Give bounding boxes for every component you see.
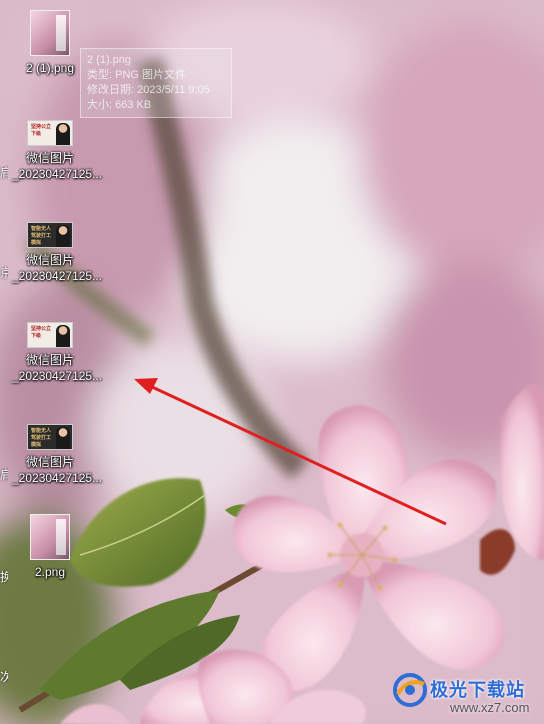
watermark-url: www.xz7.com [450,700,530,715]
thumbnail-text: 坚持公立下级 [31,124,52,137]
thumbnail-text: 坚持公立下级 [31,326,52,339]
site-watermark: 极光下载站 www.xz7.com [392,666,542,722]
file-name: 微信图片_20230427125... [12,353,103,383]
desktop-icon-file[interactable]: 2 (1).png [12,10,88,76]
thumbnail-person [56,123,70,145]
watermark-title: 极光下载站 [430,680,525,701]
offscreen-icon-label: 京 [0,266,8,280]
thumbnail-person [56,427,70,449]
image-file-icon: 坚持公立下级 [27,120,73,146]
file-info-tooltip: 2 (1).png 类型: PNG 图片文件 修改日期: 2023/5/11 9… [80,48,232,118]
tooltip-file-name: 2 (1).png [87,54,132,66]
thumbnail-person [56,325,70,347]
offscreen-icon-label: 肩 [0,166,8,180]
file-name: 微信图片_20230427125... [12,455,103,485]
desktop-icon-file[interactable]: 坚持公立下级 微信图片_20230427125... [12,120,103,182]
watermark-logo-icon [393,673,427,707]
thumbnail-text: 智能无人驾驶打工模拟 [31,428,52,448]
thumbnail-person [56,225,70,247]
file-name: 2.png [34,565,66,579]
image-file-icon: 智能无人驾驶打工模拟 [27,424,73,450]
desktop-icon-file[interactable]: 坚持公立下级 微信图片_20230427125... [12,322,103,384]
offscreen-icon-label: 肩 [0,468,8,482]
file-name: 微信图片_20230427125... [12,253,103,283]
image-file-icon: 坚持公立下级 [27,322,73,348]
thumbnail-text: 智能无人驾驶打工模拟 [31,226,52,246]
tooltip-file-type: 类型: PNG 图片文件 [87,69,187,81]
desktop-icon-file[interactable]: 智能无人驾驶打工模拟 微信图片_20230427125... [12,424,103,486]
file-name: 2 (1).png [25,61,75,75]
image-file-icon [30,514,70,560]
tooltip-file-size: 大小: 663 KB [87,99,152,111]
tooltip-modified-date: 修改日期: 2023/5/11 9:05 [87,84,210,96]
file-name: 微信图片_20230427125... [12,151,103,181]
desktop-icon-file[interactable]: 2.png [12,514,88,580]
desktop-icon-file[interactable]: 智能无人驾驶打工模拟 微信图片_20230427125... [12,222,103,284]
image-file-icon [30,10,70,56]
offscreen-icon-label: 次 [0,670,8,684]
offscreen-icon-label: 换 [0,570,8,584]
image-file-icon: 智能无人驾驶打工模拟 [27,222,73,248]
